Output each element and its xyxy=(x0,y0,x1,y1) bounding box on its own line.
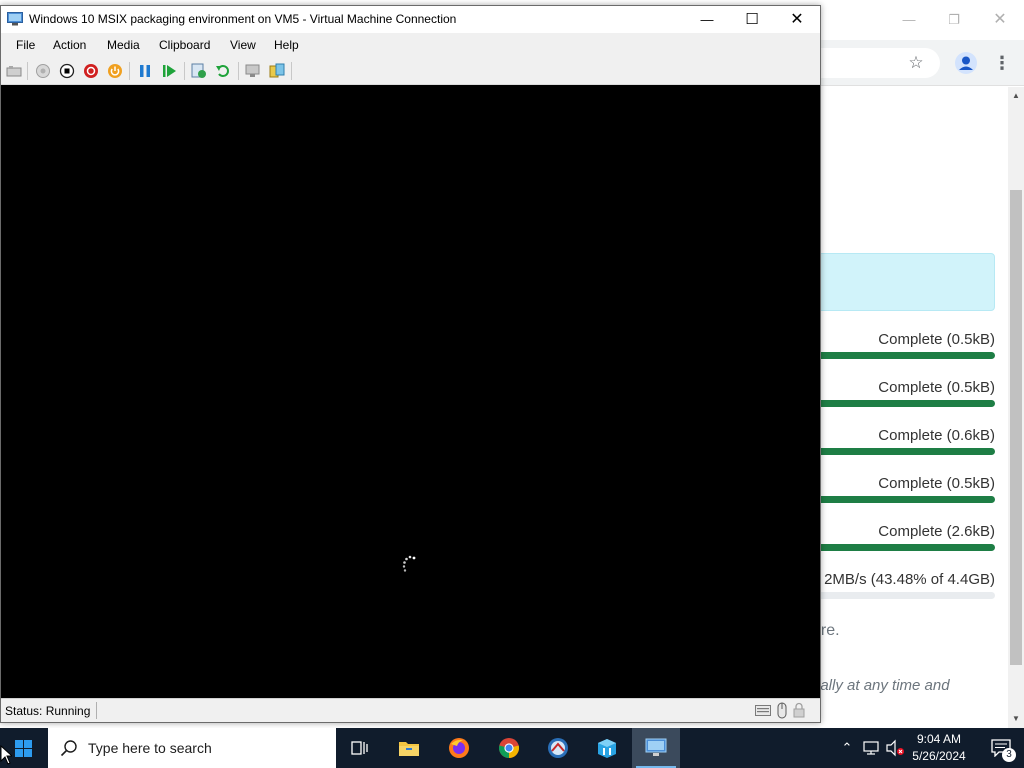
mouse-icon xyxy=(777,702,787,719)
firefox-button[interactable] xyxy=(435,728,483,768)
scroll-up-arrow[interactable]: ▲ xyxy=(1008,89,1024,103)
page-paragraph-italic: ually at any time and xyxy=(812,677,950,694)
share-icon[interactable] xyxy=(269,63,285,79)
chrome-icon xyxy=(498,738,520,758)
menu-clipboard[interactable]: Clipboard xyxy=(159,38,210,52)
file-explorer-button[interactable] xyxy=(385,728,433,768)
network-icon[interactable] xyxy=(862,739,880,757)
vm-menubar: File Action Media Clipboard View Help xyxy=(1,33,820,58)
vm-window-title: Windows 10 MSIX packaging environment on… xyxy=(29,12,457,26)
scroll-down-arrow[interactable]: ▼ xyxy=(1008,712,1024,726)
menu-help[interactable]: Help xyxy=(274,38,299,52)
shut-down-icon[interactable] xyxy=(83,63,99,79)
toolbar-separator xyxy=(184,62,185,80)
download-status: Complete (0.5kB) xyxy=(878,379,995,396)
loading-spinner-icon xyxy=(402,555,416,572)
keyboard-icon xyxy=(755,705,771,716)
turn-off-icon[interactable] xyxy=(59,63,75,79)
clock-date: 5/26/2024 xyxy=(912,749,966,763)
windows-logo-icon xyxy=(15,740,32,757)
mouse-cursor-icon xyxy=(0,745,12,765)
hyper-v-button[interactable] xyxy=(632,728,680,768)
enhanced-session-icon[interactable] xyxy=(245,63,261,79)
toolbar-separator xyxy=(291,62,292,80)
clock-time: 9:04 AM xyxy=(916,732,962,746)
menu-action[interactable]: Action xyxy=(53,38,86,52)
firefox-icon xyxy=(449,738,469,758)
power-icon[interactable] xyxy=(107,63,123,79)
package-tool-button[interactable] xyxy=(583,728,631,768)
menu-file[interactable]: File xyxy=(16,38,35,52)
task-view-icon xyxy=(351,741,368,755)
package-icon xyxy=(598,739,616,758)
menu-view[interactable]: View xyxy=(230,38,256,52)
chrome-button[interactable] xyxy=(485,728,533,768)
volume-muted-icon[interactable] xyxy=(885,739,905,757)
lock-icon xyxy=(793,702,805,718)
file-explorer-icon xyxy=(399,742,419,756)
start-icon[interactable] xyxy=(35,63,51,79)
vm-titlebar[interactable]: Windows 10 MSIX packaging environment on… xyxy=(1,6,820,33)
search-placeholder: Type here to search xyxy=(88,740,212,756)
profile-avatar-icon[interactable] xyxy=(955,52,977,74)
bookmark-star-icon[interactable]: ☆ xyxy=(905,52,927,74)
system-clock[interactable]: 9:04 AM 5/26/2024 xyxy=(906,731,972,765)
browser-minimize-button[interactable]: — xyxy=(899,10,919,30)
browser-restore-button[interactable]: ❐ xyxy=(944,10,964,30)
download-status: 2MB/s (43.48% of 4.4GB) xyxy=(824,571,995,588)
taskbar-search-box[interactable]: Type here to search xyxy=(48,728,336,768)
download-status: Complete (2.6kB) xyxy=(878,523,995,540)
vm-screen[interactable] xyxy=(1,85,820,698)
download-status: Complete (0.5kB) xyxy=(878,475,995,492)
vm-statusbar: Status: Running xyxy=(1,698,820,722)
vm-toolbar xyxy=(1,58,820,85)
vm-connection-window: Windows 10 MSIX packaging environment on… xyxy=(0,5,821,723)
search-icon xyxy=(60,740,77,757)
checkpoint-icon[interactable] xyxy=(191,63,207,79)
app-button[interactable] xyxy=(534,728,582,768)
notification-center-button[interactable]: 3 xyxy=(980,728,1024,768)
notification-count-badge: 3 xyxy=(1002,748,1016,762)
ctrl-alt-del-icon[interactable] xyxy=(6,63,22,79)
app-icon xyxy=(548,738,568,758)
task-view-button[interactable] xyxy=(336,728,384,768)
revert-icon[interactable] xyxy=(215,63,231,79)
scrollbar-thumb[interactable] xyxy=(1010,190,1022,665)
hyper-v-icon xyxy=(645,738,667,756)
menu-media[interactable]: Media xyxy=(107,38,140,52)
show-hidden-icons-chevron-icon[interactable]: ⌃ xyxy=(838,739,856,757)
vm-maximize-button[interactable]: ☐ xyxy=(729,6,775,33)
browser-close-button[interactable]: ✕ xyxy=(990,10,1010,30)
download-status: Complete (0.5kB) xyxy=(878,331,995,348)
vm-status: Status: Running xyxy=(5,704,91,718)
vm-close-button[interactable]: ✕ xyxy=(774,6,820,33)
download-status: Complete (0.6kB) xyxy=(878,427,995,444)
resume-icon[interactable] xyxy=(161,63,177,79)
browser-menu-icon[interactable]: ⋮ xyxy=(991,52,1013,74)
pause-icon[interactable] xyxy=(137,63,153,79)
vm-minimize-button[interactable]: — xyxy=(684,6,730,33)
vm-connection-icon xyxy=(7,12,23,26)
toolbar-separator xyxy=(129,62,130,80)
taskbar: Type here to search ⌃ 9:04 AM 5/26/2024 … xyxy=(0,728,1024,768)
toolbar-separator xyxy=(238,62,239,80)
toolbar-separator xyxy=(27,62,28,80)
status-separator xyxy=(96,702,97,719)
